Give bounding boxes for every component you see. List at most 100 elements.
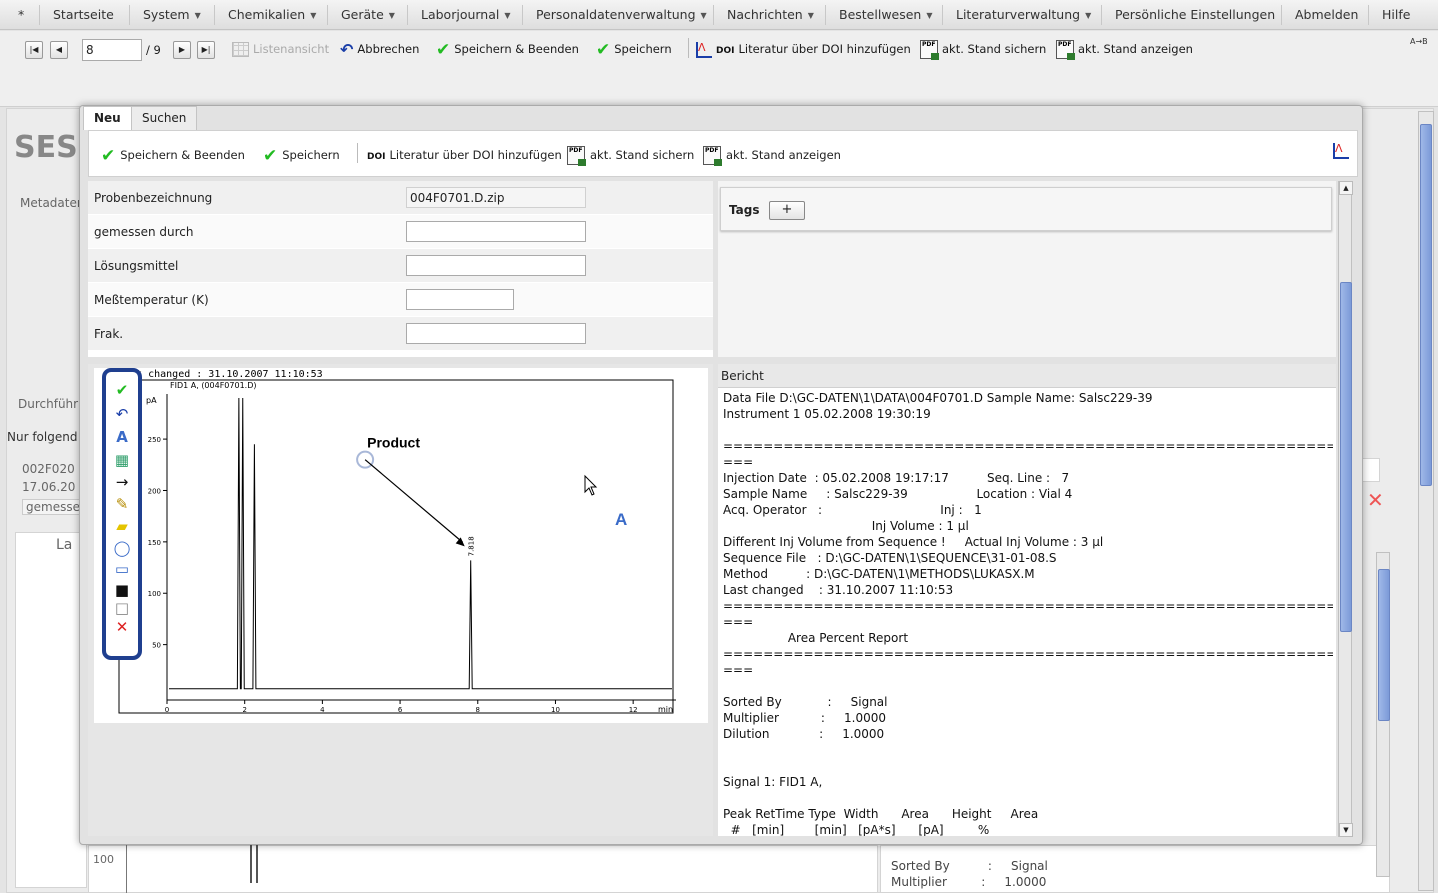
- menu-separator: [407, 5, 408, 25]
- image-tool-icon[interactable]: ▦: [110, 450, 134, 470]
- form-input[interactable]: [406, 221, 586, 242]
- form-input[interactable]: [406, 323, 586, 344]
- menu-item-6[interactable]: Personaldatenverwaltung ▼: [536, 0, 707, 30]
- rectangle-tool-icon[interactable]: ▭: [110, 559, 134, 579]
- circle-tool-icon[interactable]: ◯: [110, 538, 134, 558]
- chevron-down-icon: ▼: [807, 11, 814, 20]
- tab-search[interactable]: Suchen: [131, 106, 198, 130]
- highlighter-tool-icon[interactable]: ▰: [110, 516, 134, 536]
- previous-record-button[interactable]: ◀: [50, 41, 68, 59]
- delete-icon[interactable]: ✕: [110, 617, 134, 637]
- tags-box: Tags +: [720, 187, 1332, 231]
- chart-icon[interactable]: Λ: [1333, 143, 1349, 159]
- background-peak-a: [250, 845, 252, 883]
- menu-item-0[interactable]: *: [18, 0, 24, 30]
- modal-snapshot-show-button[interactable]: PDF akt. Stand anzeigen: [703, 144, 841, 166]
- report-title: Bericht: [718, 364, 1336, 388]
- check-icon[interactable]: ✔: [110, 380, 134, 400]
- page-scroll-thumb[interactable]: [1420, 124, 1432, 486]
- modal-doi-add-label: Literatur über DOI hinzufügen: [389, 148, 562, 162]
- last-record-button[interactable]: ▶|: [197, 41, 215, 59]
- record-number-input[interactable]: [82, 39, 142, 61]
- first-record-button[interactable]: |◀: [25, 41, 43, 59]
- text-tool-icon[interactable]: A: [110, 427, 134, 447]
- y-axis-label: pA: [146, 396, 157, 405]
- modal-save-close-label: Speichern & Beenden: [120, 148, 245, 162]
- background-chart-scroll-thumb: [1378, 569, 1390, 721]
- menu-item-label: Chemikalien: [228, 7, 306, 22]
- cancel-label: Abbrechen: [357, 42, 420, 56]
- chart-frame: [118, 379, 674, 714]
- scroll-down-arrow[interactable]: ▼: [1339, 823, 1353, 837]
- menu-item-11[interactable]: Abmelden: [1295, 0, 1358, 30]
- background-execution-label: Durchführ: [18, 397, 79, 411]
- menu-item-1[interactable]: Startseite: [53, 0, 114, 30]
- modal-snapshot-save-button[interactable]: PDF akt. Stand sichern: [567, 144, 694, 166]
- menu-item-10[interactable]: Persönliche Einstellungen: [1115, 0, 1275, 30]
- mouse-cursor: [584, 474, 598, 496]
- scroll-up-arrow[interactable]: ▲: [1339, 181, 1353, 195]
- line-color-icon[interactable]: □: [110, 598, 134, 618]
- check-undo-icon: ✔: [436, 39, 451, 60]
- next-record-button[interactable]: ▶: [173, 41, 191, 59]
- undo-icon[interactable]: ↶: [110, 404, 134, 424]
- form-row: Lösungsmittel: [88, 249, 713, 283]
- pdf-show-icon: PDF: [1056, 40, 1075, 60]
- chevron-down-icon: ▼: [194, 11, 201, 20]
- menu-item-3[interactable]: Chemikalien ▼: [228, 0, 316, 30]
- menu-item-4[interactable]: Geräte ▼: [341, 0, 395, 30]
- save-close-label: Speichern & Beenden: [454, 42, 579, 56]
- add-tag-button[interactable]: +: [769, 201, 805, 220]
- menu-item-label: Geräte: [341, 7, 384, 22]
- x-tick-label: 10: [551, 706, 560, 714]
- metadata-form: Probenbezeichnung gemessen durch Lösungsmi…: [88, 181, 713, 357]
- fill-color-icon[interactable]: ■: [110, 580, 134, 600]
- form-input[interactable]: [406, 289, 514, 310]
- pen-tool-icon[interactable]: ✎: [110, 494, 134, 514]
- page-scrollbar[interactable]: [1418, 111, 1434, 891]
- background-code: 002F020: [22, 462, 75, 476]
- cancel-button[interactable]: ↶ Abbrechen: [340, 38, 419, 60]
- chart-title: FID1 A, (004F0701.D): [170, 381, 257, 390]
- tab-new[interactable]: Neu: [83, 106, 132, 130]
- menu-item-2[interactable]: System ▼: [143, 0, 201, 30]
- menu-item-12[interactable]: Hilfe: [1382, 0, 1410, 30]
- modal-scroll-thumb[interactable]: [1340, 282, 1352, 632]
- chromatogram-image[interactable]: Last changed : 31.10.2007 11:10:53 FID1 A…: [94, 368, 708, 723]
- annotation-arrowhead: [455, 537, 465, 547]
- menu-item-9[interactable]: Literaturverwaltung ▼: [956, 0, 1091, 30]
- menu-separator: [1101, 5, 1102, 25]
- arrow-tool-icon[interactable]: →: [110, 472, 134, 492]
- doi-icon: DOI: [716, 46, 735, 56]
- y-tick-label: 200: [148, 487, 161, 495]
- modal-snapshot-save-label: akt. Stand sichern: [590, 148, 695, 162]
- edit-modal: Neu Suchen ✔ Speichern & Beenden ✔ Speiche…: [79, 105, 1363, 845]
- menu-item-label: Persönliche Einstellungen: [1115, 7, 1276, 22]
- form-row: Frak.: [88, 317, 713, 351]
- main-menu-bar: * Startseite System ▼ Chemikalien ▼ Geräte ▼ Lab…: [0, 0, 1438, 30]
- save-close-button[interactable]: ✔ Speichern & Beenden: [436, 38, 579, 60]
- modal-doi-add-button[interactable]: DOI Literatur über DOI hinzufügen: [367, 144, 562, 166]
- snapshot-save-button[interactable]: PDF akt. Stand sichern: [920, 38, 1046, 60]
- report-text: Data File D:\GC-DATEN\1\DATA\004F0701.D …: [723, 391, 1333, 836]
- save-button[interactable]: ✔ Speichern: [596, 38, 672, 60]
- check-undo-icon: ✔: [101, 145, 116, 166]
- modal-save-button[interactable]: ✔ Speichern: [263, 144, 340, 166]
- background-delete-icon: ✕: [1367, 488, 1384, 512]
- background-sorted-by: Sorted By : Signal: [891, 859, 1048, 873]
- menu-item-8[interactable]: Bestellwesen ▼: [839, 0, 933, 30]
- menu-item-5[interactable]: Laborjournal ▼: [421, 0, 511, 30]
- modal-scrollbar[interactable]: ▲ ▼: [1338, 181, 1353, 837]
- list-view-button[interactable]: Listenansicht: [232, 38, 329, 60]
- sort-icon[interactable]: A→B: [1410, 37, 1428, 46]
- modal-save-close-button[interactable]: ✔ Speichern & Beenden: [101, 144, 245, 166]
- peak-label: 7.818: [468, 536, 476, 556]
- form-input[interactable]: [406, 187, 586, 208]
- background-date: 17.06.20: [22, 480, 76, 494]
- snapshot-show-button[interactable]: PDF akt. Stand anzeigen: [1056, 38, 1193, 60]
- doi-add-button[interactable]: Λ DOI Literatur über DOI hinzufügen: [696, 38, 911, 60]
- form-input[interactable]: [406, 255, 586, 276]
- chromatogram-trace: [169, 397, 672, 690]
- chart-header-text: Last changed : 31.10.2007 11:10:53: [118, 369, 323, 380]
- menu-item-7[interactable]: Nachrichten ▼: [727, 0, 814, 30]
